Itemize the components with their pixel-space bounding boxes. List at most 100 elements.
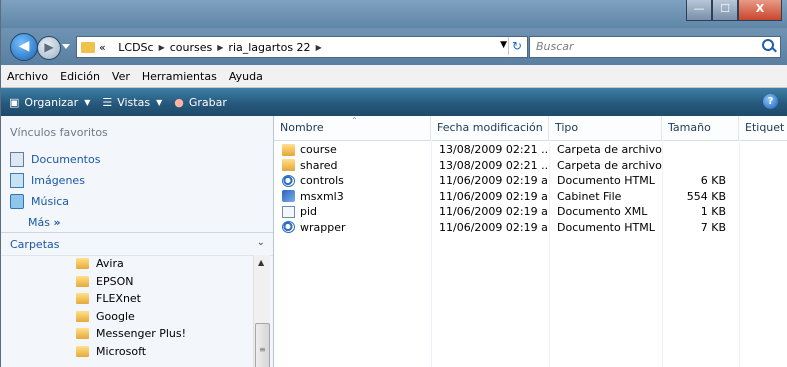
explorer-window: — ☐ X ◀ ▶ « LCDSc ▶ courses ▶ ria_lagart… [0,0,787,367]
column-headers: ⌃ Nombre Fecha modificación Tipo Tamaño … [274,116,787,141]
file-rows: course 13/08/2009 02:21 ... Carpeta de a… [274,142,787,235]
folders-title: Carpetas [10,237,60,251]
column-label: Fecha modificación [437,121,543,134]
file-date: 11/06/2009 02:19 a... [439,205,549,219]
search-input[interactable] [530,37,757,55]
chevron-down-icon: ▼ [156,97,163,107]
tree-item-microsoft[interactable]: Microsoft [1,343,253,361]
breadcrumb-courses[interactable]: courses [170,41,213,54]
window-controls: — ☐ X [686,0,782,21]
tree-item-flexnet[interactable]: FLEXnet [1,290,253,308]
tree-item-avira[interactable]: Avira [1,255,253,273]
file-size: 1 KB [700,205,726,219]
folder-icon [76,310,89,322]
folder-tree-scrollbar[interactable]: ▲ ≡ [253,255,270,367]
file-type: Documento HTML [557,174,655,188]
xml-document-icon [282,205,295,218]
forward-button[interactable]: ▶ [37,36,61,60]
command-bar: ▣ Organizar ▼ ☰ Vistas ▼ ● Grabar ? [1,88,787,116]
favorite-label: Documentos [31,153,101,166]
navigation-pane: Vínculos favoritos Documentos Imágenes M… [1,116,274,367]
refresh-icon[interactable]: ↻ [508,37,525,55]
favorites-list: Documentos Imágenes Música Más » [10,149,100,233]
column-header-date[interactable]: Fecha modificación [431,116,549,140]
views-button[interactable]: ☰ Vistas ▼ [102,96,162,109]
file-size: 554 KB [686,189,726,203]
file-name: wrapper [300,220,346,234]
folder-icon [76,293,89,305]
breadcrumb-lcdsc[interactable]: LCDSc [118,41,153,54]
back-button[interactable]: ◀ [10,33,38,61]
file-date: 13/08/2009 02:21 ... [439,158,549,172]
file-row-shared[interactable]: shared 13/08/2009 02:21 ... Carpeta de a… [274,158,787,174]
breadcrumb-ria-lagartos[interactable]: ria_lagartos 22 [228,41,310,54]
search-icon[interactable] [762,39,774,51]
menu-ver[interactable]: Ver [106,70,136,83]
menu-archivo[interactable]: Archivo [1,70,54,83]
file-name: pid [300,205,318,219]
column-label: Tipo [555,121,579,134]
breadcrumb-separator-icon[interactable]: ▶ [217,43,223,52]
file-row-pid[interactable]: pid 11/06/2009 02:19 a... Documento XML … [274,204,787,220]
menu-bar: Archivo Edición Ver Herramientas Ayuda [1,65,787,88]
folders-header[interactable]: Carpetas ⌄ [1,232,273,256]
breadcrumb-separator-icon[interactable]: ▶ [159,43,165,52]
address-dropdown-icon[interactable]: ▼ [500,40,507,50]
chevron-down-icon: ▼ [84,97,91,107]
menu-ayuda[interactable]: Ayuda [223,70,269,83]
file-size: 7 KB [700,220,726,234]
column-header-name[interactable]: ⌃ Nombre [274,116,431,140]
minimize-button[interactable]: — [686,0,712,21]
tree-item-epson[interactable]: EPSON [1,273,253,291]
file-name: controls [300,174,344,188]
file-type: Documento HTML [557,220,655,234]
cabinet-file-icon [282,190,295,203]
file-row-controls[interactable]: controls 11/06/2009 02:19 a... Documento… [274,173,787,189]
breadcrumb-separator-icon [111,43,114,52]
file-name: msxml3 [300,189,344,203]
scroll-up-icon[interactable]: ▲ [258,258,264,267]
folder-tree: Avira EPSON FLEXnet Google Messenger Plu… [1,255,253,360]
favorites-more-link[interactable]: Más » [10,212,100,233]
favorite-imagenes[interactable]: Imágenes [10,170,100,191]
maximize-button[interactable]: ☐ [712,0,738,21]
file-date: 11/06/2009 02:19 a... [439,220,549,234]
html-document-icon [282,174,295,187]
column-header-size[interactable]: Tamaño [662,116,739,140]
folder-icon [282,143,295,156]
folder-icon [282,159,295,172]
organize-icon: ▣ [9,95,20,109]
help-icon[interactable]: ? [763,94,778,109]
organize-button[interactable]: ▣ Organizar ▼ [9,96,90,109]
file-row-wrapper[interactable]: wrapper 11/06/2009 02:19 a... Documento … [274,220,787,236]
favorite-musica[interactable]: Música [10,191,100,212]
favorite-label: Música [31,195,70,208]
address-bar[interactable]: « LCDSc ▶ courses ▶ ria_lagartos 22 ▶ ▼ … [76,36,528,58]
file-row-msxml3[interactable]: msxml3 11/06/2009 02:19 a... Cabinet Fil… [274,189,787,205]
folder-icon [76,275,89,287]
close-button[interactable]: X [738,0,782,21]
favorite-label: Imágenes [31,174,85,187]
pictures-icon [10,173,24,188]
breadcrumb-separator-icon[interactable]: ▶ [316,43,322,52]
column-header-tags[interactable]: Etiquet [739,116,787,140]
file-row-course[interactable]: course 13/08/2009 02:21 ... Carpeta de a… [274,142,787,158]
favorite-documentos[interactable]: Documentos [10,149,100,170]
tree-item-messenger-plus[interactable]: Messenger Plus! [1,325,253,343]
menu-herramientas[interactable]: Herramientas [136,70,223,83]
address-row: ◀ ▶ « LCDSc ▶ courses ▶ ria_lagartos 22 … [1,28,787,65]
file-type: Cabinet File [557,189,622,203]
burn-button[interactable]: ● Grabar [174,96,227,109]
views-label: Vistas [117,95,151,109]
breadcrumb-overflow[interactable]: « [99,41,106,54]
menu-edicion[interactable]: Edición [54,70,106,83]
chevron-down-icon: ⌄ [256,237,265,248]
file-name: shared [300,158,338,172]
folder-icon [81,41,95,53]
html-document-icon [282,221,295,234]
recent-pages-dropdown-icon[interactable] [62,44,70,49]
column-header-type[interactable]: Tipo [549,116,662,140]
tree-item-google[interactable]: Google [1,308,253,326]
tree-item-label: Microsoft [96,344,147,358]
file-date: 11/06/2009 02:19 a... [439,189,549,203]
